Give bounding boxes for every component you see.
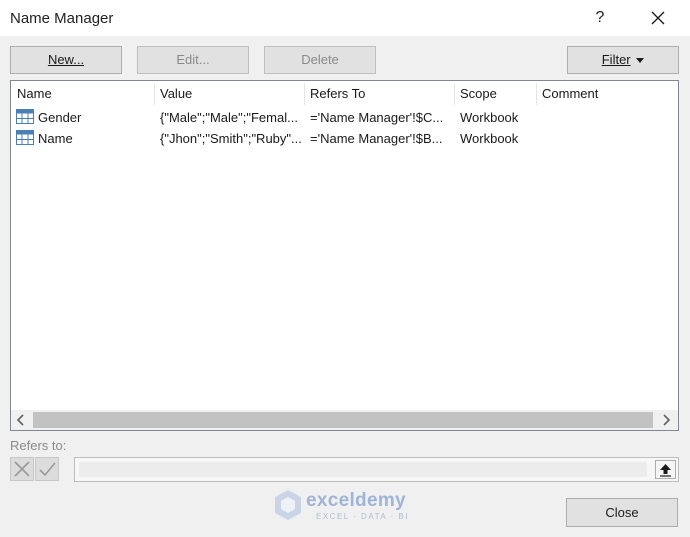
row-value: {"Jhon";"Smith";"Ruby"... bbox=[160, 131, 302, 146]
horizontal-scrollbar[interactable] bbox=[11, 410, 678, 430]
row-name: Gender bbox=[38, 110, 82, 125]
delete-button-label: Delete bbox=[301, 52, 339, 67]
row-scope: Workbook bbox=[460, 110, 519, 125]
column-header-refers-to[interactable]: Refers To bbox=[304, 81, 454, 107]
collapse-dialog-icon bbox=[660, 464, 671, 477]
watermark-brand: exceldemy bbox=[306, 490, 406, 511]
scrollbar-thumb[interactable] bbox=[33, 412, 653, 428]
confirm-edit-button[interactable] bbox=[35, 457, 59, 481]
exceldemy-watermark: exceldemy EXCEL · DATA · BI bbox=[270, 488, 420, 524]
filter-button[interactable]: Filter bbox=[567, 46, 679, 74]
exceldemy-logo-icon bbox=[275, 490, 301, 520]
close-icon bbox=[651, 11, 665, 25]
named-range-table-icon bbox=[16, 109, 34, 124]
row-refers-to: ='Name Manager'!$C... bbox=[310, 110, 444, 125]
row-scope: Workbook bbox=[460, 131, 519, 146]
row-name: Name bbox=[38, 131, 73, 146]
dropdown-arrow-icon bbox=[636, 57, 645, 63]
edit-button[interactable]: Edit... bbox=[137, 46, 249, 74]
watermark-tagline: EXCEL · DATA · BI bbox=[316, 512, 409, 521]
names-list[interactable]: Name Value Refers To Scope Comment Gende… bbox=[10, 80, 679, 431]
check-confirm-icon bbox=[39, 462, 56, 477]
column-header-scope[interactable]: Scope bbox=[454, 81, 536, 107]
title-bar: Name Manager ? bbox=[0, 0, 690, 36]
cancel-edit-button[interactable] bbox=[10, 457, 34, 481]
new-button[interactable]: New... bbox=[10, 46, 122, 74]
close-window-button[interactable] bbox=[646, 7, 670, 29]
table-row[interactable]: Name {"Jhon";"Smith";"Ruby"... ='Name Ma… bbox=[11, 128, 678, 149]
refers-to-label: Refers to: bbox=[10, 438, 67, 453]
delete-button[interactable]: Delete bbox=[264, 46, 376, 74]
column-header-comment[interactable]: Comment bbox=[536, 81, 678, 107]
edit-button-label: Edit... bbox=[176, 52, 210, 67]
chevron-right-icon bbox=[663, 414, 671, 426]
scroll-right-button[interactable] bbox=[658, 412, 674, 428]
chevron-left-icon bbox=[16, 414, 24, 426]
close-button[interactable]: Close bbox=[566, 498, 678, 527]
window-title: Name Manager bbox=[10, 10, 114, 27]
filter-button-label: Filter bbox=[601, 52, 631, 67]
new-button-label: New... bbox=[47, 52, 85, 67]
refers-to-value bbox=[79, 462, 647, 477]
help-button[interactable]: ? bbox=[590, 8, 610, 28]
row-value: {"Male";"Male";"Femal... bbox=[160, 110, 298, 125]
column-header-value[interactable]: Value bbox=[154, 81, 304, 107]
named-range-table-icon bbox=[16, 130, 34, 145]
column-header-name[interactable]: Name bbox=[11, 81, 154, 107]
x-cancel-icon bbox=[14, 461, 30, 477]
collapse-dialog-button[interactable] bbox=[655, 460, 676, 479]
close-button-label: Close bbox=[605, 505, 639, 520]
scroll-left-button[interactable] bbox=[13, 412, 29, 428]
refers-to-input[interactable] bbox=[74, 457, 679, 482]
table-row[interactable]: Gender {"Male";"Male";"Femal... ='Name M… bbox=[11, 107, 678, 128]
row-refers-to: ='Name Manager'!$B... bbox=[310, 131, 443, 146]
